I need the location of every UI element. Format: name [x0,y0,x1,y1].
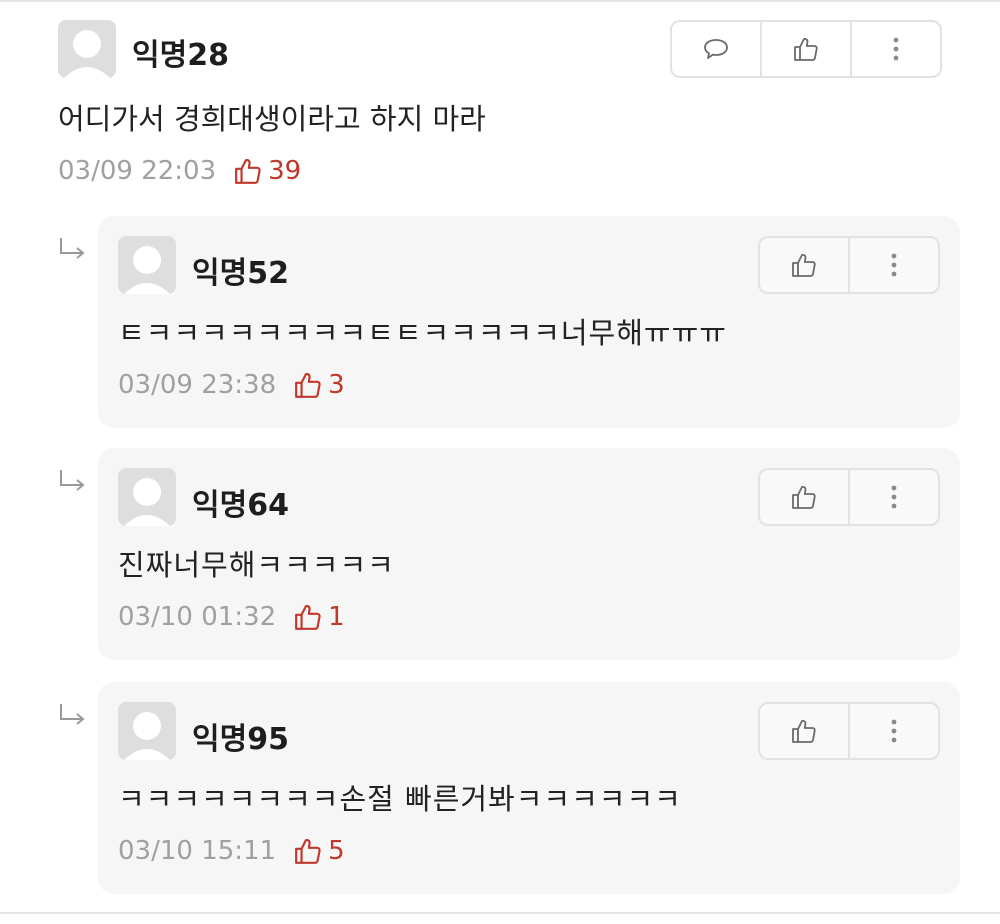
reply-timestamp: 03/10 15:11 [118,836,277,866]
top-divider [0,0,1000,2]
reply-button[interactable] [672,22,760,76]
reply-card: 익명64 진짜너무해ㅋㅋㅋㅋㅋ 03/10 01:32 1 [98,448,960,660]
like-button[interactable] [760,238,848,292]
thumbs-up-icon [295,605,321,630]
comment-timestamp: 03/09 22:03 [58,156,217,186]
reply-card: 익명52 ㅌㅋㅋㅋㅋㅋㅋㅋㅋㅌㅌㅋㅋㅋㅋㅋ너무해ㅠㅠㅠ 03/09 23:38 … [98,216,960,428]
reply-actions [758,468,940,526]
avatar [118,236,176,294]
more-button[interactable] [848,470,938,524]
more-button[interactable] [848,238,938,292]
reply-arrow-icon [60,238,85,259]
more-button[interactable] [848,704,938,758]
thumbs-up-icon [295,839,321,864]
thumbs-up-icon [235,159,261,184]
reply-text: ㅌㅋㅋㅋㅋㅋㅋㅋㅋㅌㅌㅋㅋㅋㅋㅋ너무해ㅠㅠㅠ [118,316,727,350]
reply-meta: 03/09 23:38 3 [118,370,345,400]
reply-author: 익명95 [192,722,289,757]
thumbs-up-icon [792,253,816,277]
reply-meta: 03/10 01:32 1 [118,602,345,632]
like-button[interactable] [760,470,848,524]
comment-author: 익명28 [132,38,229,73]
like-button[interactable] [760,22,850,76]
thumbs-up-icon [792,719,816,743]
comment-meta: 03/09 22:03 39 [58,156,301,186]
vertical-dots-icon [891,719,897,743]
reply-timestamp: 03/10 01:32 [118,602,277,632]
reply-actions [758,702,940,760]
like-count-value: 5 [328,836,345,866]
avatar [118,702,176,760]
comment-text: 어디가서 경희대생이라고 하지 마라 [58,102,486,136]
like-count: 39 [234,156,301,186]
like-count: 5 [294,836,345,866]
like-button[interactable] [760,704,848,758]
like-count: 1 [294,602,345,632]
comment: 익명28 어디가서 경희대생이라고 하지 마라 03/09 22:03 39 [58,20,942,200]
thumbs-up-icon [794,37,818,61]
like-count-value: 39 [268,156,302,186]
default-profile-icon [124,478,170,526]
like-count: 3 [294,370,345,400]
reply-meta: 03/10 15:11 5 [118,836,345,866]
like-count-value: 3 [328,370,345,400]
default-profile-icon [64,30,110,78]
default-profile-icon [124,712,170,760]
vertical-dots-icon [893,37,899,61]
comment-actions [670,20,942,78]
reply-author: 익명52 [192,256,289,291]
avatar [58,20,116,78]
reply-text: ㅋㅋㅋㅋㅋㅋㅋㅋ손절 빠른거봐ㅋㅋㅋㅋㅋㅋ [118,782,682,816]
vertical-dots-icon [891,485,897,509]
thumbs-up-icon [295,373,321,398]
reply-text: 진짜너무해ㅋㅋㅋㅋㅋ [118,548,395,582]
bottom-divider [0,912,1000,914]
vertical-dots-icon [891,253,897,277]
reply-card: 익명95 ㅋㅋㅋㅋㅋㅋㅋㅋ손절 빠른거봐ㅋㅋㅋㅋㅋㅋ 03/10 15:11 5 [98,682,960,894]
like-count-value: 1 [328,602,345,632]
more-button[interactable] [850,22,940,76]
reply-actions [758,236,940,294]
reply-author: 익명64 [192,488,289,523]
reply-timestamp: 03/09 23:38 [118,370,277,400]
avatar [118,468,176,526]
default-profile-icon [124,246,170,294]
reply-arrow-icon [60,704,85,725]
thumbs-up-icon [792,485,816,509]
speech-bubble-icon [704,39,728,59]
reply-arrow-icon [60,470,85,491]
